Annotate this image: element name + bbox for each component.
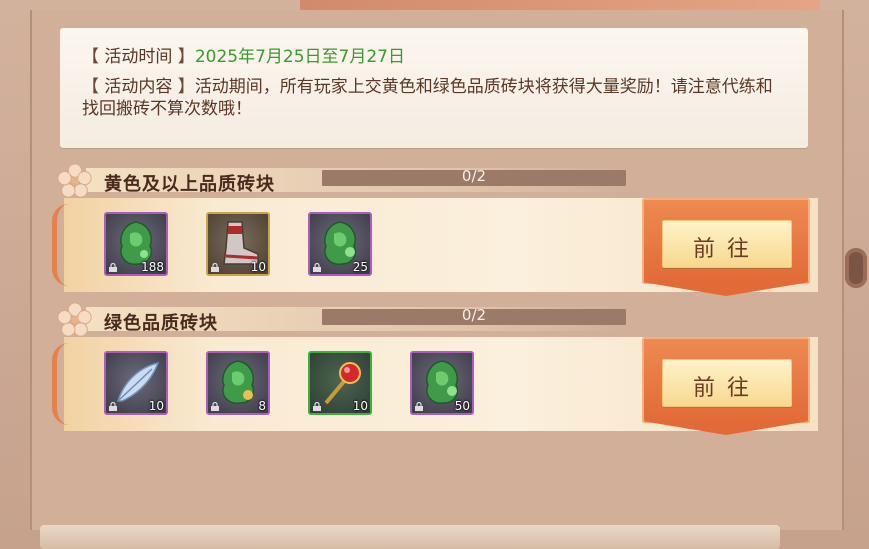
- item-count: 50: [454, 399, 470, 413]
- go-button-yellow[interactable]: 前往: [642, 198, 810, 298]
- item-count: 10: [148, 399, 164, 413]
- go-button-green[interactable]: 前往: [642, 337, 810, 437]
- lock-icon: [313, 263, 321, 272]
- item-count: 10: [250, 260, 266, 274]
- flower-icon: [57, 163, 92, 198]
- go-button-label: 前往: [692, 237, 761, 262]
- section-header-green: 绿色品质砖块 0/2: [56, 302, 626, 337]
- lock-icon: [415, 402, 423, 411]
- lock-icon: [109, 402, 117, 411]
- reward-item[interactable]: 50: [410, 351, 474, 415]
- item-count: 10: [352, 399, 368, 413]
- bottom-bar: [40, 525, 780, 549]
- reward-item[interactable]: 188: [104, 212, 168, 276]
- event-time-row: 【 活动时间 】2025年7月25日至7月27日: [82, 47, 405, 67]
- top-decoration: [300, 0, 820, 10]
- go-button-label: 前往: [692, 376, 761, 401]
- progress-bar: 0/2: [322, 167, 626, 186]
- section-header-yellow: 黄色及以上品质砖块 0/2: [56, 163, 626, 198]
- item-count: 188: [141, 260, 164, 274]
- event-time-label: 活动时间: [104, 47, 173, 67]
- reward-item[interactable]: 10: [206, 212, 270, 276]
- event-time-value: 2025年7月25日至7月27日: [194, 47, 405, 67]
- lock-icon: [211, 402, 219, 411]
- lock-icon: [211, 263, 219, 272]
- band-ornament: [52, 343, 69, 425]
- section-title: 黄色及以上品质砖块: [104, 174, 275, 195]
- event-content-row: 【 活动内容 】活动期间，所有玩家上交黄色和绿色品质砖块将获得大量奖励！请注意代…: [82, 77, 773, 119]
- reward-item[interactable]: 8: [206, 351, 270, 415]
- progress-text: 0/2: [461, 167, 487, 185]
- section-title: 绿色品质砖块: [104, 313, 218, 334]
- scroll-knob[interactable]: [845, 248, 867, 288]
- reward-item[interactable]: 10: [104, 351, 168, 415]
- reward-item[interactable]: 25: [308, 212, 372, 276]
- event-notice: 【 活动时间 】2025年7月25日至7月27日 【 活动内容 】活动期间，所有…: [60, 28, 808, 148]
- item-count: 8: [258, 399, 266, 413]
- progress-text: 0/2: [461, 306, 487, 324]
- reward-item[interactable]: 10: [308, 351, 372, 415]
- band-ornament: [52, 204, 69, 286]
- lock-icon: [109, 263, 117, 272]
- event-content-label: 活动内容: [104, 77, 173, 97]
- item-count: 25: [352, 260, 368, 274]
- flower-icon: [57, 302, 92, 337]
- progress-bar: 0/2: [322, 306, 626, 325]
- lock-icon: [313, 402, 321, 411]
